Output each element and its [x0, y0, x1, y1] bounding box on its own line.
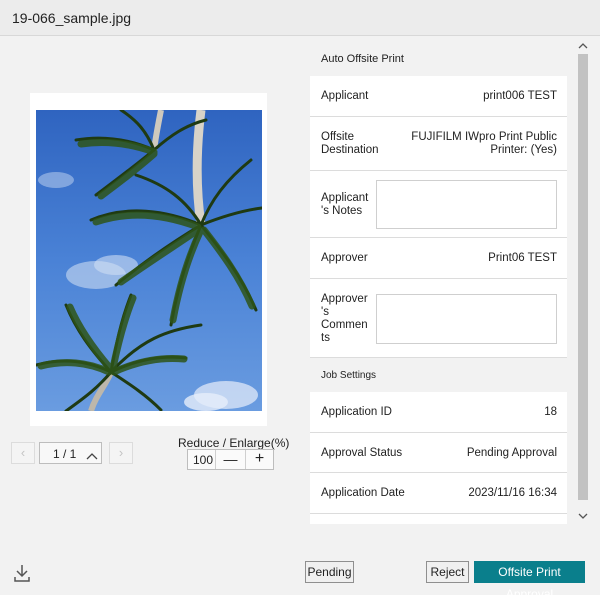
row-next-partial — [310, 514, 567, 524]
zoom-label: Reduce / Enlarge(%) — [178, 436, 290, 450]
comments-label-line-2: 's — [321, 306, 329, 318]
applicant-label: Applicant — [321, 90, 369, 102]
row-application-date: Application Date 2023/11/16 16:34 — [310, 473, 567, 514]
details-scrollbar[interactable] — [576, 42, 590, 524]
scroll-down-icon[interactable] — [576, 512, 590, 524]
destination-label-line-1: Offsite — [321, 131, 355, 143]
reject-button[interactable]: Reject — [426, 561, 469, 583]
row-offsite-destination: Offsite Destination FUJIFILM IWpro Print… — [310, 117, 567, 171]
next-page-button[interactable]: › — [109, 442, 133, 464]
approver-comments-field[interactable] — [376, 294, 557, 344]
offsite-print-approval-button[interactable]: Offsite Print Approval — [474, 561, 585, 595]
applicant-notes-field — [376, 180, 557, 229]
scrollbar-thumb[interactable] — [578, 54, 588, 500]
application-id-value: 18 — [544, 406, 557, 418]
notes-label-line-1: Applicant — [321, 192, 369, 204]
row-application-id: Application ID 18 — [310, 392, 567, 433]
preview-image — [36, 110, 262, 411]
approver-label: Approver — [321, 252, 368, 264]
row-applicant-notes: Applicant 's Notes — [310, 171, 567, 238]
application-date-label: Application Date — [321, 487, 405, 499]
chevron-left-icon: ‹ — [20, 445, 26, 460]
zoom-control: 100 — + — [187, 449, 274, 470]
notes-label: Applicant 's Notes — [321, 192, 368, 218]
row-approval-status: Approval Status Pending Approval — [310, 433, 567, 473]
minus-icon: — — [223, 451, 238, 467]
row-approver-comments: Approver 's Commen ts — [310, 279, 567, 358]
pending-button[interactable]: Pending — [305, 561, 354, 583]
title-bar: 19-066_sample.jpg — [0, 0, 600, 36]
destination-value-line-2: Printer: (Yes) — [490, 144, 557, 156]
approval-status-label: Approval Status — [321, 447, 403, 459]
prev-page-button[interactable]: ‹ — [11, 442, 35, 464]
zoom-out-button[interactable]: — — [215, 450, 245, 469]
window-title: 19-066_sample.jpg — [12, 10, 132, 26]
destination-label-line-2: Destination — [321, 144, 379, 156]
section-title-job-settings: Job Settings — [321, 370, 377, 381]
destination-value-line-1: FUJIFILM IWpro Print Public — [411, 131, 557, 143]
comments-label-line-3: Commen — [321, 319, 368, 331]
comments-label-line-1: Approver — [321, 293, 368, 305]
row-applicant: Applicant print006 TEST — [310, 76, 567, 117]
notes-label-line-2: 's Notes — [321, 205, 363, 217]
application-id-label: Application ID — [321, 406, 392, 418]
chevron-right-icon: › — [118, 445, 124, 460]
image-preview-card — [30, 93, 267, 426]
plus-icon: + — [254, 450, 265, 467]
destination-value: FUJIFILM IWpro Print Public Printer: (Ye… — [411, 131, 557, 157]
scroll-up-icon[interactable] — [576, 42, 590, 54]
destination-label: Offsite Destination — [321, 131, 379, 157]
approval-status-value: Pending Approval — [466, 447, 557, 459]
comments-label: Approver 's Commen ts — [321, 293, 368, 345]
application-date-value: 2023/11/16 16:34 — [468, 487, 557, 499]
chevron-up-icon — [86, 449, 98, 463]
zoom-in-button[interactable]: + — [245, 450, 273, 469]
row-approver: Approver Print06 TEST — [310, 238, 567, 279]
approver-value: Print06 TEST — [488, 252, 557, 264]
section-title-auto-offsite-print: Auto Offsite Print — [321, 53, 404, 65]
page-selector[interactable]: 1 / 1 — [39, 442, 102, 464]
zoom-value[interactable]: 100 — [193, 453, 213, 467]
page-indicator: 1 / 1 — [53, 447, 77, 461]
comments-label-line-4: ts — [321, 332, 330, 344]
download-icon[interactable] — [12, 563, 32, 583]
applicant-value: print006 TEST — [483, 90, 557, 102]
